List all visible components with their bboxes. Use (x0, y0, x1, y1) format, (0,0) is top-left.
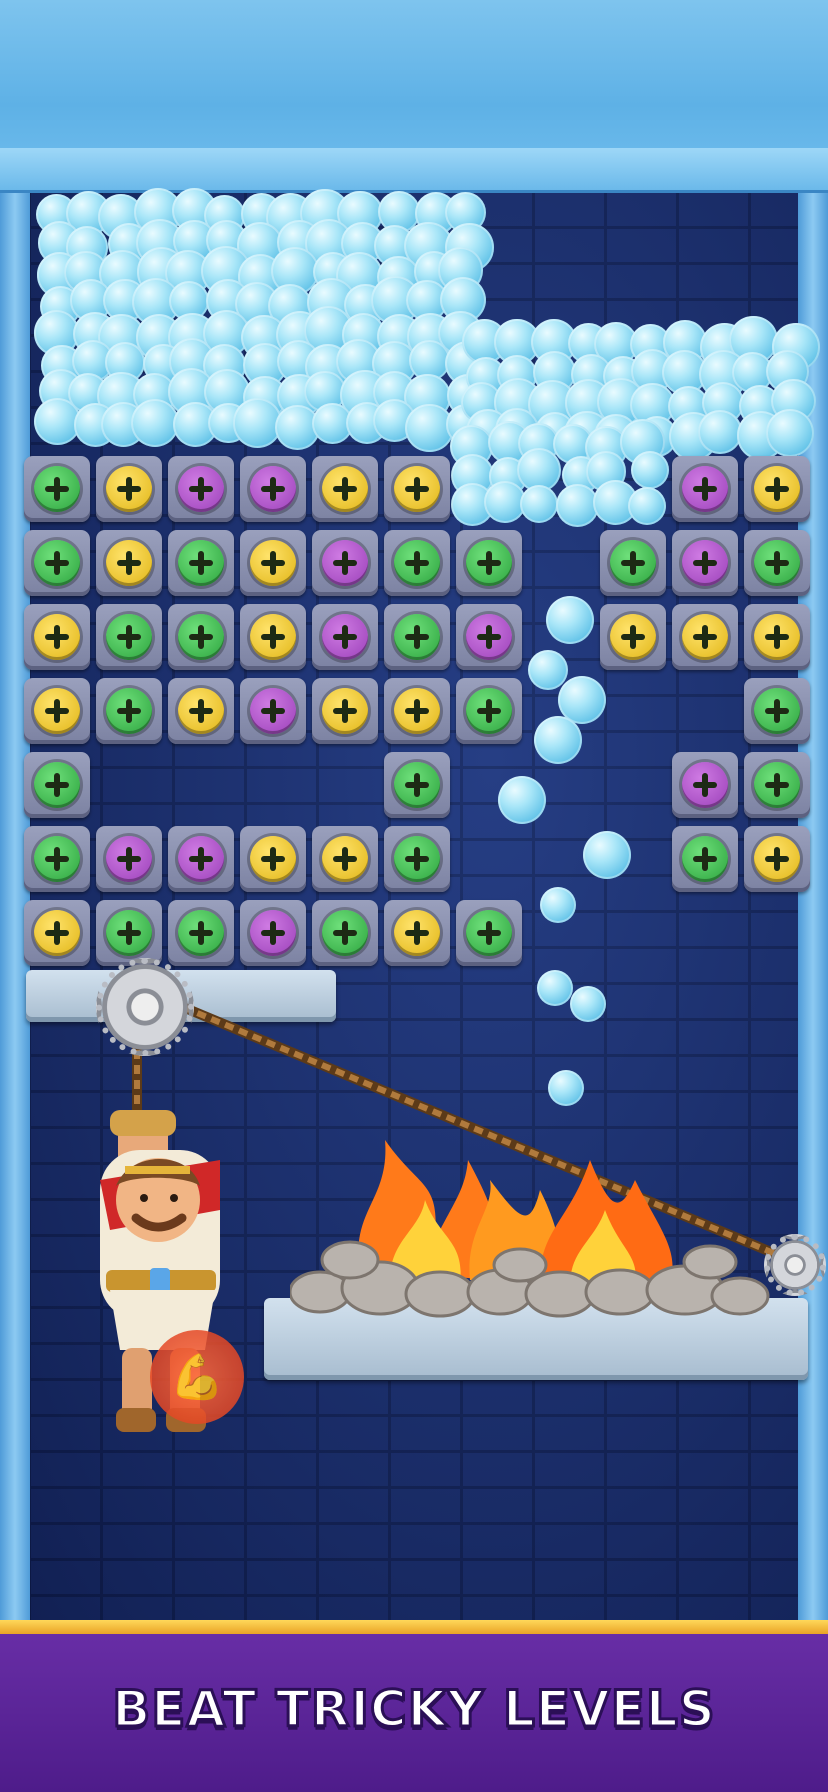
gear-icon (96, 958, 194, 1056)
flexed-arm-glyph: 💪 (169, 1352, 225, 1403)
gear-icon (764, 1234, 826, 1296)
rope[interactable] (0, 0, 828, 1792)
flexed-arm-icon: 💪 (150, 1330, 244, 1424)
banner-stripe (0, 1620, 828, 1634)
game-scene: 💪 (0, 0, 828, 1792)
banner-title: BEAT TRICKY LEVELS (111, 1679, 717, 1740)
fire-pit (290, 1140, 770, 1318)
rocks (290, 1240, 770, 1318)
